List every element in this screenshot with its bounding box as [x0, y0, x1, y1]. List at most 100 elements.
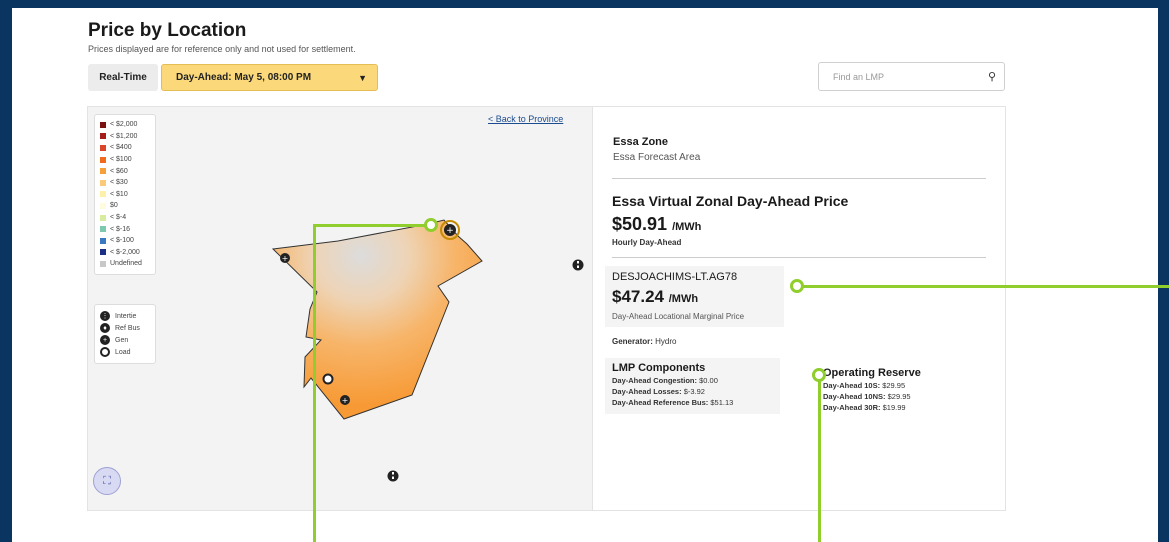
reserve-label: Day-Ahead 10NS: — [823, 392, 886, 401]
legend-swatch — [100, 249, 106, 256]
generator-label: Generator: — [612, 337, 653, 346]
fullscreen-button[interactable]: ⛶ — [93, 467, 121, 495]
legend-label: < $2,000 — [110, 121, 138, 129]
annotation-dot — [812, 368, 826, 382]
legend-label: < $-2,000 — [110, 248, 140, 256]
legend-label: < $1,200 — [110, 132, 138, 140]
legend-label: < $30 — [110, 179, 128, 187]
legend-item: < $400 — [100, 142, 150, 154]
zone-name: Essa Zone — [613, 136, 669, 148]
legend-label: Load — [115, 348, 131, 356]
annotation-dot — [424, 218, 438, 232]
svg-text:+: + — [446, 226, 454, 236]
node-price-value: $47.24 — [612, 287, 664, 306]
operating-reserve-title: Operating Reserve — [823, 367, 921, 379]
svg-text:+: + — [342, 396, 349, 405]
legend-item: < $1,200 — [100, 131, 150, 143]
reserve-value: $29.95 — [882, 381, 906, 390]
legend-item: $0 — [100, 200, 150, 212]
legend-swatch — [100, 202, 106, 209]
gen-icon: + — [100, 335, 110, 345]
legend-label: Ref Bus — [115, 324, 140, 332]
legend-swatch — [100, 156, 106, 163]
node-price-caption: Day-Ahead Locational Marginal Price — [612, 312, 745, 321]
legend-label: < $400 — [110, 144, 132, 152]
legend-item: < $10 — [100, 189, 150, 201]
node-name: DESJOACHIMS-LT.AG78 — [612, 271, 738, 283]
legend-label: < $60 — [110, 167, 128, 175]
legend-label: $0 — [110, 202, 118, 210]
legend-item: < $-2,000 — [100, 247, 150, 259]
reserve-row: Day-Ahead 10S: $29.95 — [823, 381, 905, 390]
legend-label: < $-100 — [110, 237, 134, 245]
legend-swatch — [100, 168, 106, 175]
zonal-price-unit: /MWh — [672, 221, 702, 233]
generator-type: Generator: Hydro — [612, 337, 676, 346]
reserve-value: $19.99 — [882, 403, 906, 412]
annotation-line — [313, 224, 316, 542]
legend-label: < $100 — [110, 156, 132, 164]
legend-label: Undefined — [110, 260, 142, 268]
zone-map[interactable]: + + + — [0, 0, 1169, 542]
lmp-component-row: Day-Ahead Reference Bus: $51.13 — [612, 398, 733, 407]
legend-label: < $-16 — [110, 225, 131, 233]
reserve-label: Day-Ahead 10S: — [823, 381, 881, 390]
gen-icon[interactable]: + — [280, 253, 290, 263]
symbol-legend: ⋮ Intertie ♦ Ref Bus + Gen Load — [94, 304, 156, 364]
intertie-icon: ⋮ — [100, 311, 110, 321]
price-legend: < $2,000 < $1,200 < $400 < $100 < $60 < $30 < … — [94, 114, 156, 275]
lmp-component-row: Day-Ahead Losses: $-3.92 — [612, 387, 705, 396]
ref-bus-icon: ♦ — [100, 323, 110, 333]
lmp-component-value: $0.00 — [699, 376, 718, 385]
legend-item: < $2,000 — [100, 119, 150, 131]
generator-value: Hydro — [655, 337, 677, 346]
legend-item: Undefined — [100, 258, 150, 270]
lmp-component-row: Day-Ahead Congestion: $0.00 — [612, 376, 718, 385]
legend-swatch — [100, 214, 106, 221]
legend-swatch — [100, 179, 106, 186]
legend-item: < $60 — [100, 165, 150, 177]
reserve-value: $29.95 — [887, 392, 911, 401]
legend-swatch — [100, 144, 106, 151]
legend-swatch — [100, 226, 106, 233]
annotation-line — [313, 224, 425, 227]
zonal-price-title: Essa Virtual Zonal Day-Ahead Price — [612, 193, 849, 209]
legend-label: < $10 — [110, 190, 128, 198]
intertie-icon[interactable] — [572, 259, 584, 271]
zonal-price-value: $50.91 — [612, 214, 668, 234]
legend-item: < $30 — [100, 177, 150, 189]
lmp-components-title: LMP Components — [612, 362, 706, 374]
legend-swatch — [100, 237, 106, 244]
legend-label: < $-4 — [110, 214, 127, 222]
reserve-row: Day-Ahead 10NS: $29.95 — [823, 392, 911, 401]
annotation-dot — [790, 279, 804, 293]
lmp-component-value: $51.13 — [710, 398, 734, 407]
fullscreen-icon: ⛶ — [103, 474, 111, 487]
reserve-label: Day-Ahead 30R: — [823, 403, 881, 412]
zonal-price-caption: Hourly Day-Ahead — [612, 238, 682, 247]
intertie-icon[interactable] — [387, 470, 399, 482]
node-price-unit: /MWh — [668, 293, 699, 305]
legend-swatch — [100, 121, 106, 128]
lmp-component-label: Day-Ahead Reference Bus: — [612, 398, 709, 407]
back-to-province-link[interactable]: < Back to Province — [488, 114, 563, 124]
load-icon — [100, 347, 110, 357]
divider — [612, 257, 986, 258]
zone-area: Essa Forecast Area — [613, 152, 701, 163]
svg-text:+: + — [282, 254, 289, 263]
legend-label: Gen — [115, 336, 129, 344]
legend-item: < $-100 — [100, 235, 150, 247]
legend-item: < $-4 — [100, 212, 150, 224]
gen-icon[interactable]: + — [340, 395, 350, 405]
divider — [612, 178, 986, 179]
annotation-line — [818, 378, 821, 542]
legend-item: < $100 — [100, 154, 150, 166]
node-price: $47.24 /MWh — [612, 287, 698, 307]
lmp-component-value: $-3.92 — [683, 387, 705, 396]
legend-item: < $-16 — [100, 223, 150, 235]
legend-swatch — [100, 191, 106, 198]
load-icon[interactable] — [322, 373, 334, 385]
essa-zone-shape[interactable] — [271, 219, 483, 420]
legend-item: ♦ Ref Bus — [100, 322, 150, 334]
legend-swatch — [100, 133, 106, 140]
